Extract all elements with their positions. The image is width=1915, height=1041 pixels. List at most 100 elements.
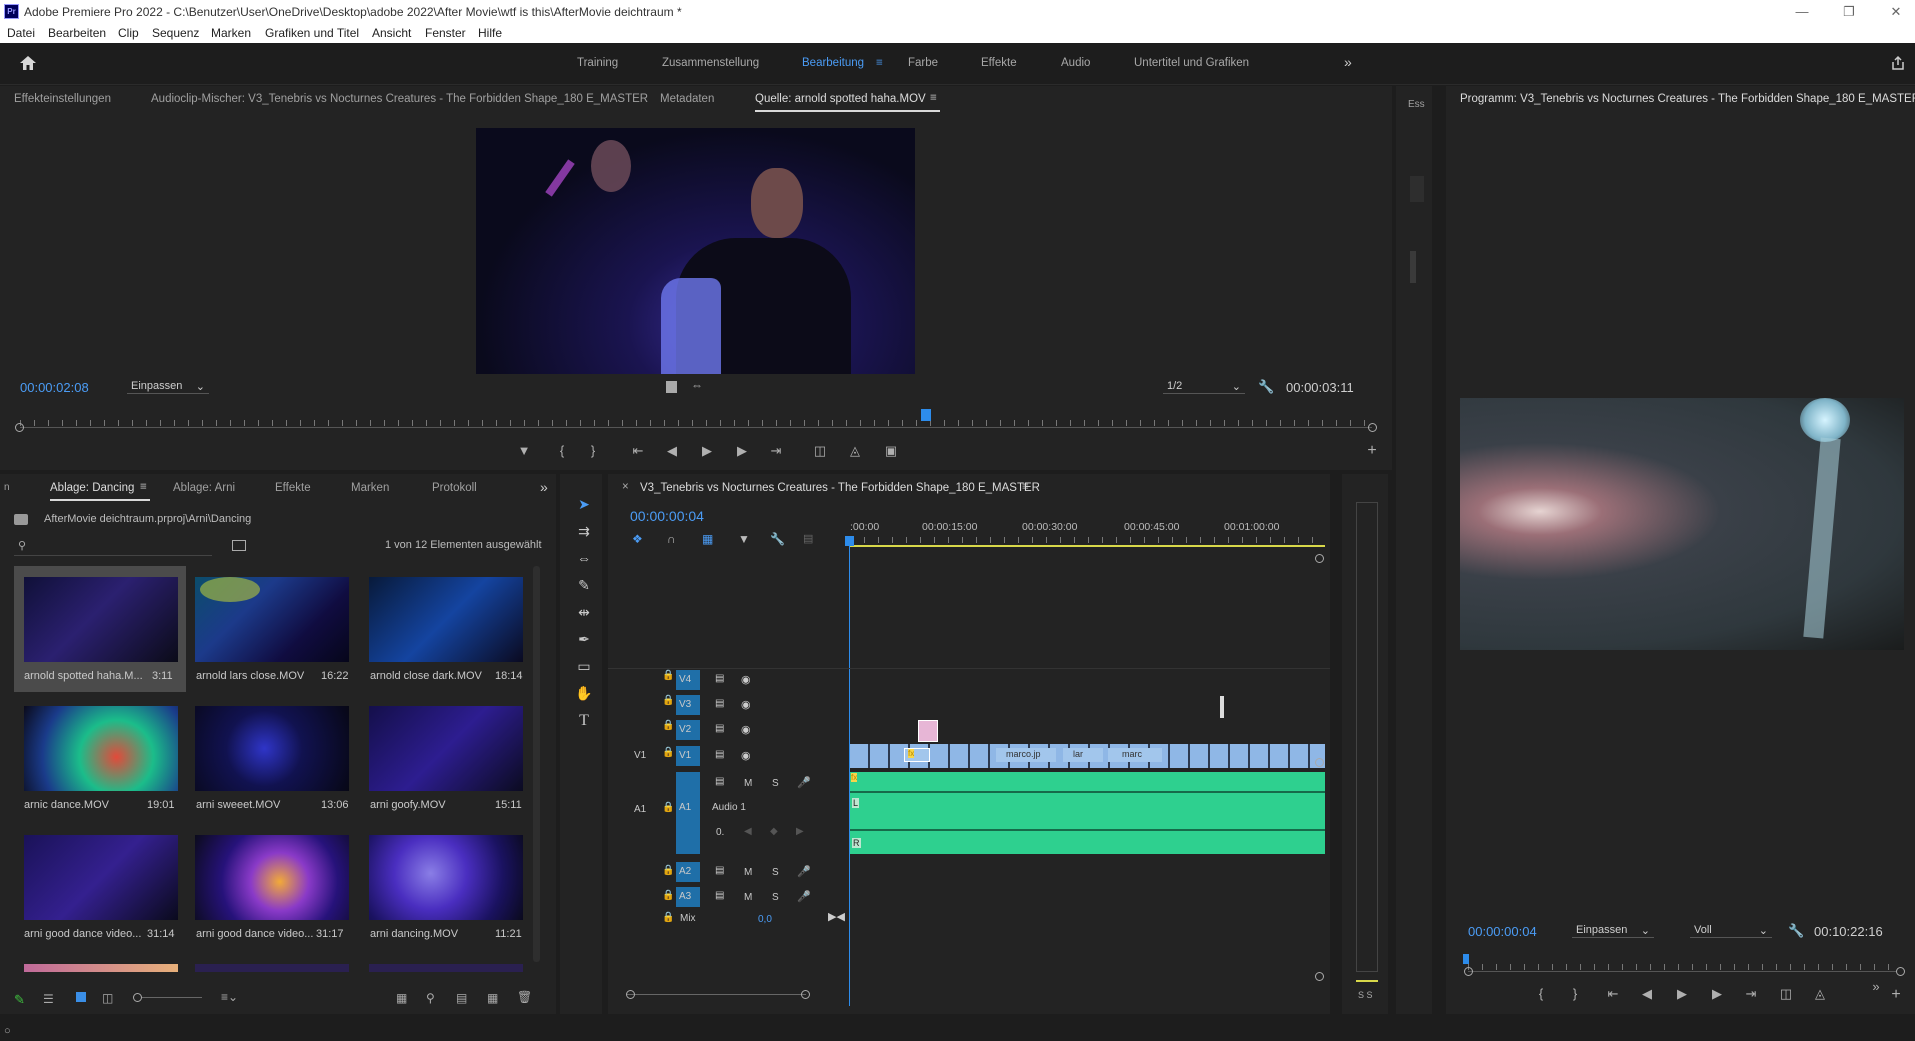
- workspace-training[interactable]: Training: [577, 57, 618, 69]
- tab-effekte[interactable]: Effekte: [275, 482, 311, 494]
- solo-button[interactable]: S: [772, 892, 779, 903]
- sort-icon[interactable]: ≡⌄: [221, 990, 238, 1004]
- panel-menu-icon[interactable]: ≡: [930, 92, 937, 104]
- project-scrollbar[interactable]: [533, 566, 540, 962]
- panel-menu-icon[interactable]: ≡: [140, 481, 147, 493]
- new-item-icon[interactable]: ▦: [487, 991, 498, 1005]
- microphone-icon[interactable]: 🎤: [797, 776, 811, 789]
- linked-selection-icon[interactable]: ∩: [667, 532, 676, 546]
- close-sequence-icon[interactable]: ×: [622, 481, 629, 493]
- go-to-in-icon[interactable]: ⇤: [628, 443, 648, 459]
- panel-menu-icon[interactable]: ≡: [1022, 481, 1029, 493]
- v2-pink-clip[interactable]: [918, 720, 938, 742]
- wrench-icon[interactable]: 🔧: [1258, 379, 1274, 395]
- slip-tool-icon[interactable]: ⇹: [575, 604, 593, 622]
- button-editor-plus-icon[interactable]: +: [1886, 986, 1906, 1004]
- extract-icon[interactable]: ◬: [1810, 986, 1830, 1002]
- thumb-arni-goofy[interactable]: [369, 706, 523, 791]
- more-workspaces-icon[interactable]: »: [1344, 54, 1352, 70]
- new-search-bin-icon[interactable]: [232, 540, 246, 551]
- drop-video-icon[interactable]: [666, 381, 677, 393]
- workspace-zusammenstellung[interactable]: Zusammenstellung: [662, 57, 759, 69]
- solo-button[interactable]: S: [772, 778, 779, 789]
- lock-icon[interactable]: 🔒: [662, 695, 674, 706]
- lock-icon[interactable]: 🔒: [662, 720, 674, 731]
- mute-button[interactable]: M: [744, 867, 752, 878]
- step-back-icon[interactable]: ◀: [662, 443, 682, 459]
- menu-ansicht[interactable]: Ansicht: [372, 26, 411, 40]
- hand-tool-icon[interactable]: ✋: [575, 685, 593, 703]
- tab-effekteinstellungen[interactable]: Effekteinstellungen: [14, 93, 111, 105]
- button-editor-plus-icon[interactable]: +: [1362, 442, 1382, 460]
- menu-grafiken-und-titel[interactable]: Grafiken und Titel: [265, 26, 359, 40]
- lock-icon[interactable]: 🔒: [662, 890, 674, 901]
- menu-marken[interactable]: Marken: [211, 26, 251, 40]
- a1-source-label[interactable]: A1: [634, 804, 646, 815]
- play-icon[interactable]: ▶: [697, 443, 717, 459]
- go-to-out-icon[interactable]: ⇥: [1741, 986, 1761, 1002]
- solo-labels[interactable]: S S: [1358, 990, 1373, 1000]
- v1-clip-lar[interactable]: lar: [1063, 748, 1103, 762]
- menu-datei[interactable]: Datei: [7, 26, 35, 40]
- freeform-view-icon[interactable]: ◫: [102, 991, 113, 1005]
- more-tabs-icon[interactable]: »: [540, 479, 548, 495]
- workspace-bearbeitung[interactable]: Bearbeitung: [802, 57, 864, 69]
- track-target-a3[interactable]: A3: [676, 887, 700, 907]
- work-area-bar[interactable]: [850, 545, 1325, 547]
- step-forward-icon[interactable]: ▶: [732, 443, 752, 459]
- zoom-slider[interactable]: [142, 997, 202, 998]
- step-forward-icon[interactable]: ▶: [1707, 986, 1727, 1002]
- mark-in-icon[interactable]: {: [552, 443, 572, 458]
- essentials-tab[interactable]: Ess: [1408, 99, 1425, 110]
- snap-icon[interactable]: ❖: [632, 532, 643, 546]
- thumb-arni-good-dance-2[interactable]: [195, 835, 349, 920]
- menu-clip[interactable]: Clip: [118, 26, 139, 40]
- lift-icon[interactable]: ◫: [1776, 986, 1796, 1002]
- sync-lock-icon[interactable]: ▤: [715, 749, 724, 760]
- thumb-arnic-dance[interactable]: [24, 706, 178, 791]
- thumb-arni-sweeet[interactable]: [195, 706, 349, 791]
- type-tool-icon[interactable]: T: [575, 712, 593, 730]
- sequence-tab[interactable]: V3_Tenebris vs Nocturnes Creatures - The…: [640, 482, 1040, 494]
- track-target-v1[interactable]: V1: [676, 746, 700, 766]
- go-to-in-icon[interactable]: ⇤: [1603, 986, 1623, 1002]
- thumb-arnold-close-dark[interactable]: [369, 577, 523, 662]
- timeline-horizontal-scrollbar[interactable]: [626, 994, 806, 995]
- program-scrub-line[interactable]: [1468, 971, 1896, 972]
- thumb-arnold-spotted[interactable]: [24, 577, 178, 662]
- out-handle[interactable]: [1368, 423, 1377, 432]
- overwrite-icon[interactable]: ◬: [845, 443, 865, 459]
- selection-tool-icon[interactable]: ➤: [575, 496, 593, 514]
- menu-sequenz[interactable]: Sequenz: [152, 26, 199, 40]
- tab-ablage-arni[interactable]: Ablage: Arni: [173, 482, 235, 494]
- track-target-v4[interactable]: V4: [676, 670, 700, 690]
- source-timecode[interactable]: 00:00:02:08: [20, 380, 89, 395]
- menu-bearbeiten[interactable]: Bearbeiten: [48, 26, 106, 40]
- pencil-icon[interactable]: ✎: [14, 992, 25, 1008]
- rectangle-tool-icon[interactable]: ▭: [575, 658, 593, 676]
- source-resolution-dropdown[interactable]: 1/2 ⌄: [1163, 380, 1245, 394]
- thumb-arnold-lars-close[interactable]: [195, 577, 349, 662]
- project-search-input[interactable]: ⚲: [14, 538, 212, 556]
- add-keyframe-icon[interactable]: ◆: [770, 826, 778, 837]
- source-scrub-line[interactable]: [20, 427, 1372, 428]
- vertical-scroll-handle[interactable]: [1315, 554, 1324, 563]
- lock-icon[interactable]: 🔒: [662, 670, 674, 681]
- mix-value[interactable]: 0,0: [758, 914, 772, 925]
- sync-lock-icon[interactable]: ▤: [715, 673, 724, 684]
- sync-lock-icon[interactable]: ▤: [715, 723, 724, 734]
- workspace-effekte[interactable]: Effekte: [981, 57, 1017, 69]
- eye-icon[interactable]: ◉: [741, 749, 751, 762]
- track-scroll-handle[interactable]: [1315, 758, 1324, 767]
- microphone-icon[interactable]: 🎤: [797, 890, 811, 903]
- track-target-a1[interactable]: A1: [676, 772, 700, 854]
- program-playhead[interactable]: [1463, 954, 1469, 964]
- list-view-icon[interactable]: ☰: [43, 992, 54, 1006]
- export-frame-icon[interactable]: ▣: [881, 443, 901, 459]
- workspace-audio[interactable]: Audio: [1061, 57, 1090, 69]
- program-title[interactable]: Programm: V3_Tenebris vs Nocturnes Creat…: [1460, 93, 1915, 105]
- automate-to-sequence-icon[interactable]: ▦: [396, 991, 407, 1005]
- eye-icon[interactable]: ◉: [741, 698, 751, 711]
- vertical-scroll-handle[interactable]: [1315, 972, 1324, 981]
- program-out-handle[interactable]: [1896, 967, 1905, 976]
